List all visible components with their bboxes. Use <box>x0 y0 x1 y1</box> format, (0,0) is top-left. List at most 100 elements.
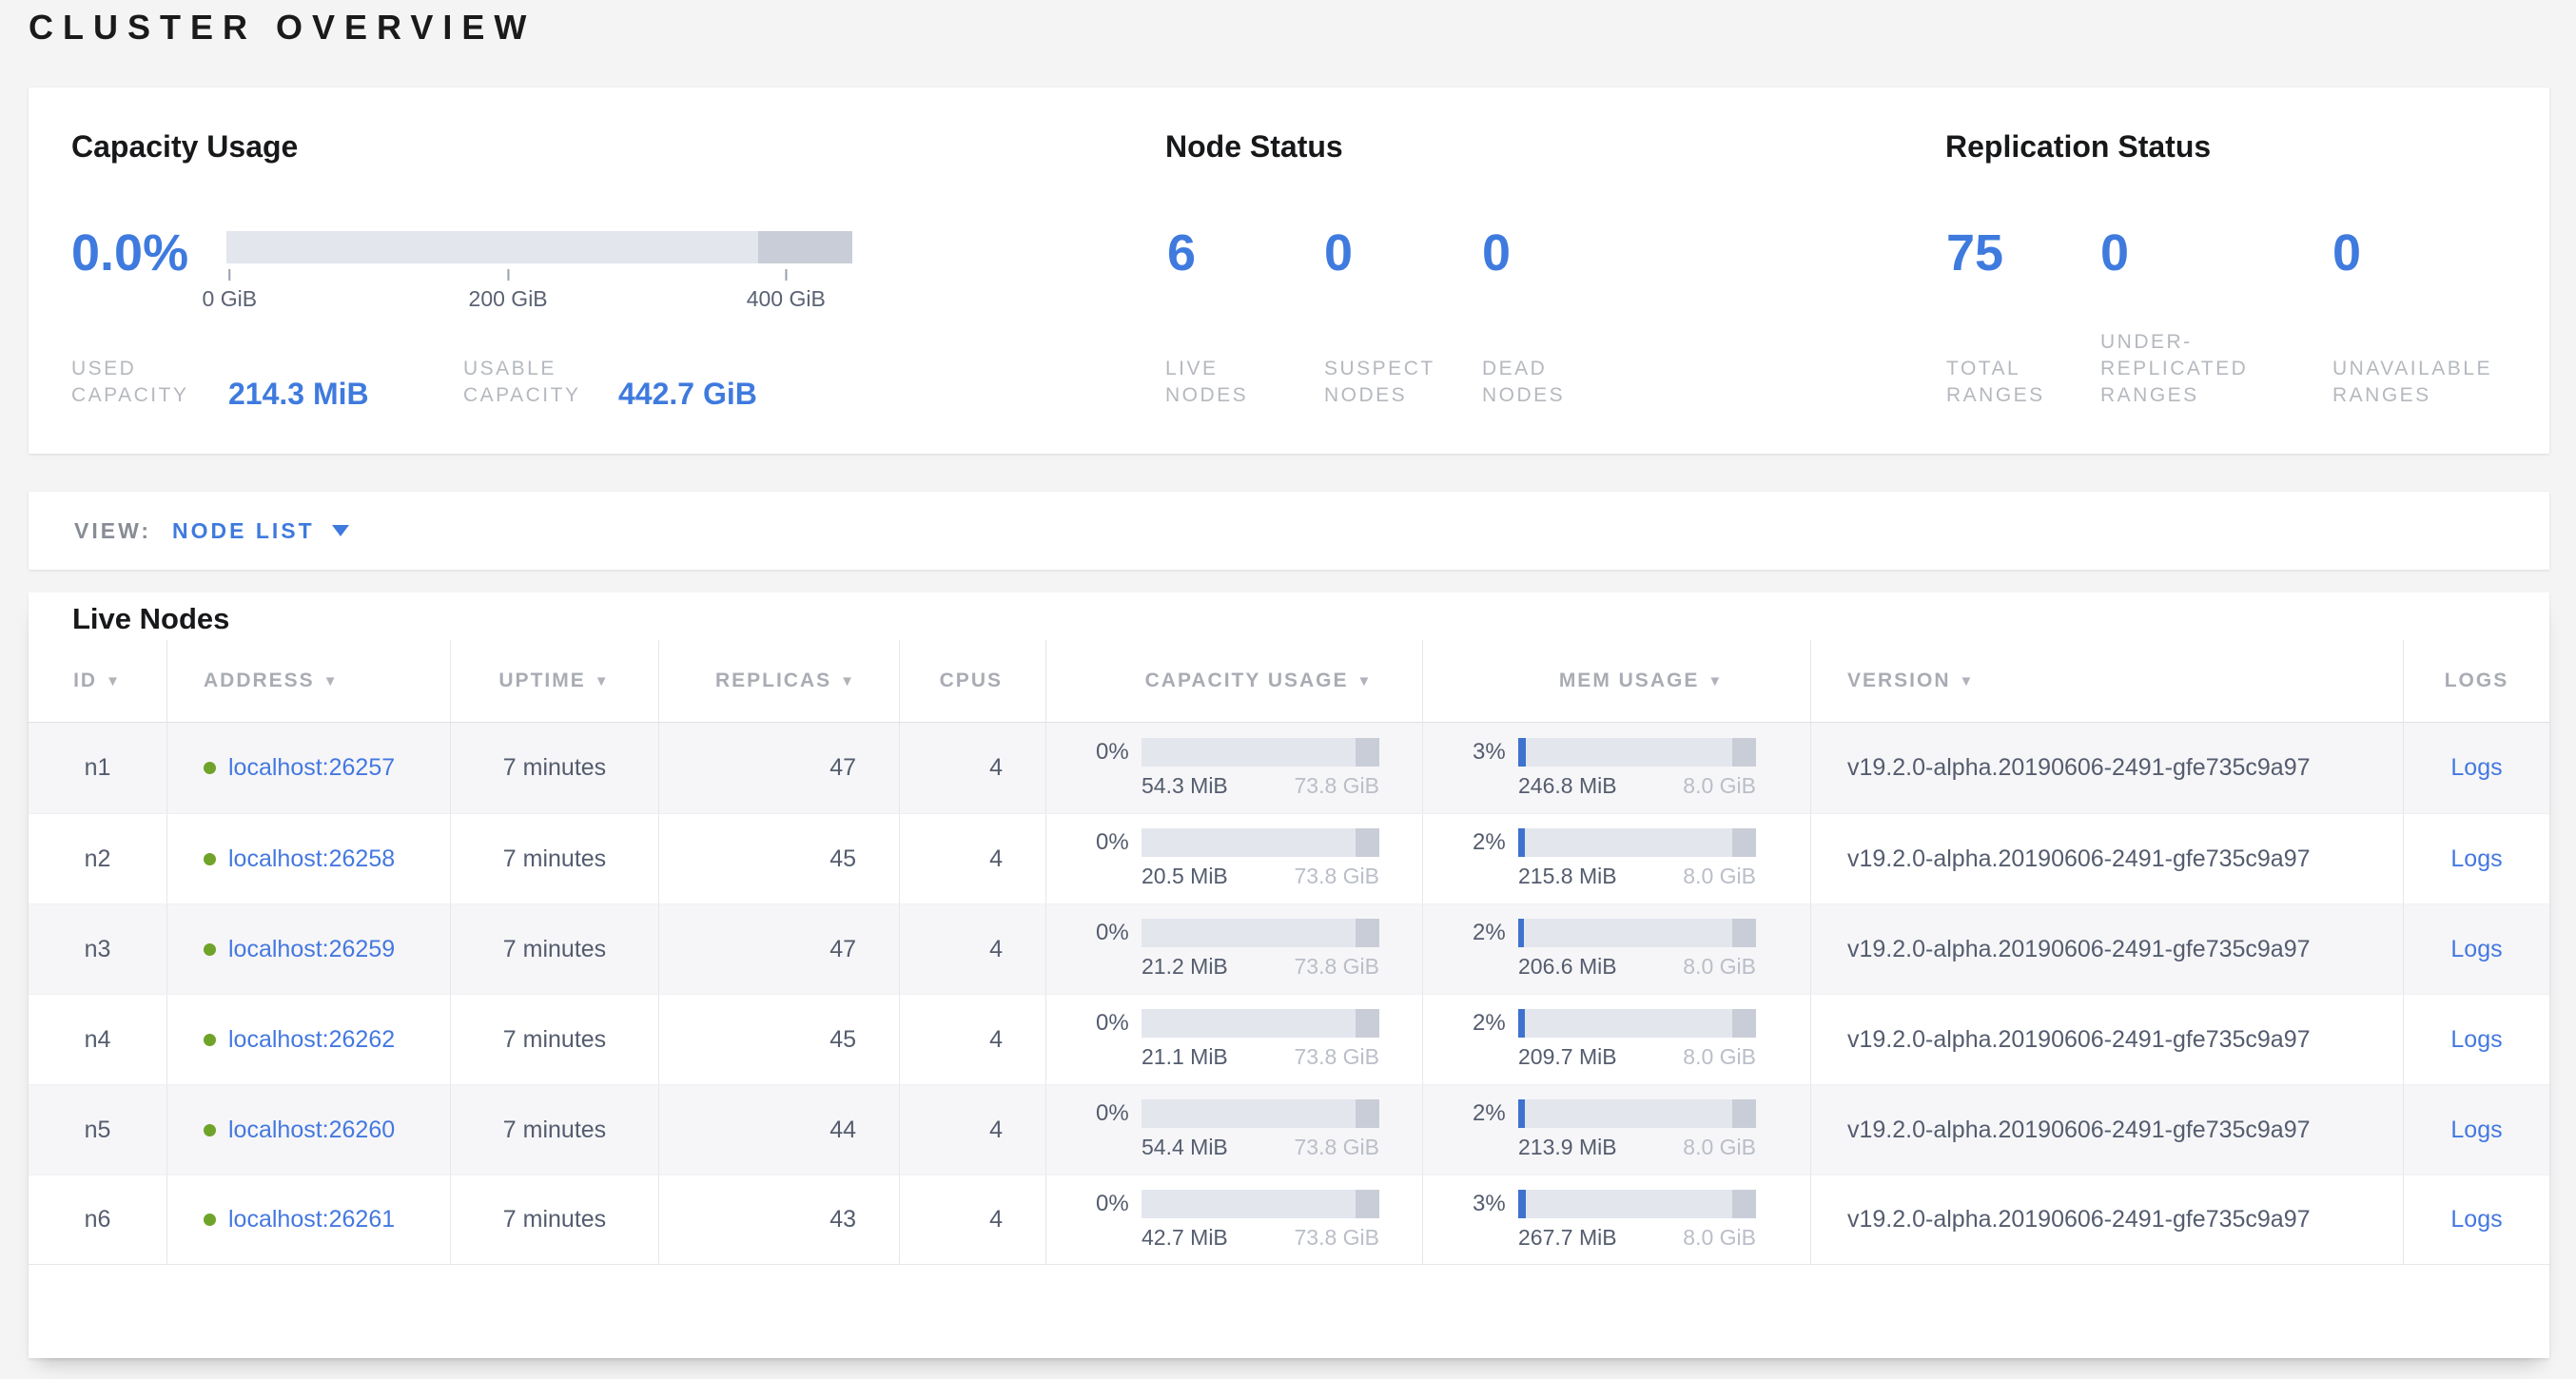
unavailable-ranges-count: 0 <box>2332 226 2361 280</box>
axis-tick: 0 GiB <box>203 263 258 312</box>
node-address-cell: localhost:26260 <box>166 1085 450 1175</box>
column-header-address[interactable]: ADDRESS ▼ <box>166 640 450 722</box>
mem-bar-fill <box>1518 1190 1526 1218</box>
node-replicas-cell: 47 <box>658 904 899 994</box>
mem-usage-bar <box>1518 738 1756 767</box>
column-header-uptime[interactable]: UPTIME ▼ <box>450 640 658 722</box>
logs-link[interactable]: Logs <box>2450 936 2502 963</box>
mem-bar-fill <box>1518 919 1524 947</box>
logs-link[interactable]: Logs <box>2450 754 2502 782</box>
capacity-bar-track <box>226 231 852 263</box>
node-row: n3 localhost:26259 7 minutes 47 4 0% 21.… <box>29 903 2549 994</box>
capacity-total-value: 73.8 GiB <box>1295 1044 1380 1070</box>
tick-mark <box>785 269 787 281</box>
capacity-usage-bar <box>1142 919 1379 947</box>
column-header-version[interactable]: VERSION ▼ <box>1810 640 2403 722</box>
mem-percent: 2% <box>1473 829 1518 856</box>
sort-desc-icon: ▼ <box>106 673 122 690</box>
node-address-link[interactable]: localhost:26259 <box>228 936 395 963</box>
node-address-link[interactable]: localhost:26261 <box>228 1206 395 1233</box>
chevron-down-icon <box>332 525 349 536</box>
node-address-link[interactable]: localhost:26257 <box>228 754 395 782</box>
node-address-cell: localhost:26257 <box>166 723 450 813</box>
replication-status-title: Replication Status <box>1945 129 2211 165</box>
mem-percent: 2% <box>1473 920 1518 946</box>
mem-used-value: 246.8 MiB <box>1518 773 1617 799</box>
logs-link[interactable]: Logs <box>2450 1026 2502 1054</box>
node-capacity-usage-cell: 0% 20.5 MiB 73.8 GiB <box>1045 814 1422 903</box>
capacity-used-value: 20.5 MiB <box>1142 864 1228 889</box>
mem-used-value: 209.7 MiB <box>1518 1044 1617 1070</box>
mem-used-value: 213.9 MiB <box>1518 1135 1617 1160</box>
view-dropdown[interactable]: NODE LIST <box>172 518 349 544</box>
node-mem-usage-cell: 2% 213.9 MiB 8.0 GiB <box>1422 1085 1810 1175</box>
mem-bar-fill <box>1518 828 1525 857</box>
capacity-total-value: 73.8 GiB <box>1295 773 1380 799</box>
live-nodes-label: LIVE NODES <box>1165 356 1289 409</box>
logs-link[interactable]: Logs <box>2450 1206 2502 1233</box>
node-address-link[interactable]: localhost:26258 <box>228 845 395 873</box>
node-cpus-cell: 4 <box>899 904 1045 994</box>
mem-used-value: 267.7 MiB <box>1518 1225 1617 1251</box>
sort-desc-icon: ▼ <box>1357 673 1374 690</box>
sort-desc-icon: ▼ <box>595 673 611 690</box>
node-capacity-usage-cell: 0% 54.3 MiB 73.8 GiB <box>1045 723 1422 813</box>
capacity-percent: 0% <box>1096 739 1142 766</box>
mem-usage-bar <box>1518 1190 1756 1218</box>
mem-total-value: 8.0 GiB <box>1683 864 1756 889</box>
column-header-id[interactable]: ID ▼ <box>29 640 166 722</box>
capacity-used-value: 54.3 MiB <box>1142 773 1228 799</box>
cluster-summary-card: Capacity Usage 0.0% 0 GiB 200 GiB 400 Gi… <box>29 87 2549 454</box>
node-logs-cell: Logs <box>2403 1085 2549 1175</box>
capacity-usage-bar <box>1142 738 1379 767</box>
dead-nodes-count: 0 <box>1482 226 1511 280</box>
axis-tick: 200 GiB <box>469 263 548 312</box>
node-replicas-cell: 45 <box>658 814 899 903</box>
capacity-usage-title: Capacity Usage <box>71 129 298 165</box>
capacity-percent: 0% <box>1096 1010 1142 1037</box>
column-header-mem-usage[interactable]: MEM USAGE ▼ <box>1422 640 1810 722</box>
capacity-percent: 0% <box>1096 1191 1142 1217</box>
node-id-cell: n5 <box>29 1085 166 1175</box>
node-replicas-cell: 43 <box>658 1175 899 1264</box>
mem-bar-fill <box>1518 738 1526 767</box>
logs-link[interactable]: Logs <box>2450 1117 2502 1144</box>
node-cpus-cell: 4 <box>899 1175 1045 1264</box>
node-address-link[interactable]: localhost:26260 <box>228 1117 395 1144</box>
node-row: n2 localhost:26258 7 minutes 45 4 0% 20.… <box>29 813 2549 903</box>
tick-label: 200 GiB <box>469 286 548 311</box>
node-logs-cell: Logs <box>2403 723 2549 813</box>
usable-capacity-label: USABLE CAPACITY <box>463 356 620 409</box>
node-capacity-usage-cell: 0% 21.1 MiB 73.8 GiB <box>1045 995 1422 1084</box>
sort-desc-icon: ▼ <box>840 673 856 690</box>
capacity-used-value: 21.2 MiB <box>1142 954 1228 980</box>
node-logs-cell: Logs <box>2403 904 2549 994</box>
mem-percent: 3% <box>1473 739 1518 766</box>
live-status-dot-icon <box>204 853 216 865</box>
node-version-cell: v19.2.0-alpha.20190606-2491-gfe735c9a97 <box>1810 814 2403 903</box>
mem-used-value: 206.6 MiB <box>1518 954 1617 980</box>
mem-total-value: 8.0 GiB <box>1683 1044 1756 1070</box>
node-address-cell: localhost:26261 <box>166 1175 450 1264</box>
node-address-link[interactable]: localhost:26262 <box>228 1026 395 1054</box>
mem-total-value: 8.0 GiB <box>1683 773 1756 799</box>
capacity-bar-reserved <box>758 231 852 263</box>
node-status-title: Node Status <box>1165 129 1343 165</box>
capacity-usage-bar <box>1142 1190 1379 1218</box>
live-nodes-count: 6 <box>1167 226 1196 280</box>
capacity-percent: 0% <box>1096 920 1142 946</box>
capacity-total-value: 73.8 GiB <box>1295 1225 1380 1251</box>
unavailable-ranges-label: UNAVAILABLE RANGES <box>2332 356 2527 409</box>
node-cpus-cell: 4 <box>899 814 1045 903</box>
capacity-usage-percent: 0.0% <box>71 226 188 280</box>
column-header-capacity-usage[interactable]: CAPACITY USAGE ▼ <box>1045 640 1422 722</box>
node-replicas-cell: 45 <box>658 995 899 1084</box>
logs-link[interactable]: Logs <box>2450 845 2502 873</box>
node-address-cell: localhost:26262 <box>166 995 450 1084</box>
capacity-usage-chart: 0 GiB 200 GiB 400 GiB <box>226 231 852 330</box>
mem-percent: 2% <box>1473 1010 1518 1037</box>
mem-bar-fill <box>1518 1099 1525 1128</box>
node-mem-usage-cell: 2% 206.6 MiB 8.0 GiB <box>1422 904 1810 994</box>
capacity-used-value: 21.1 MiB <box>1142 1044 1228 1070</box>
column-header-replicas[interactable]: REPLICAS ▼ <box>658 640 899 722</box>
